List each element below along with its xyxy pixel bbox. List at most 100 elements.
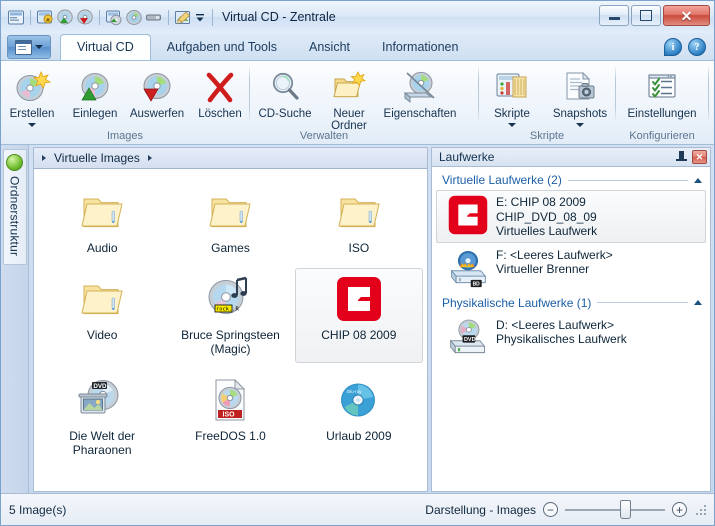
chevron-right-icon[interactable]: [42, 155, 46, 161]
insert-image-icon[interactable]: [56, 9, 74, 26]
drive-item-f-virtueller-brenner[interactable]: BD F: <Leeres Laufwerk> Virtueller Brenn…: [436, 243, 706, 293]
application-menu-button[interactable]: [7, 35, 51, 59]
drives-panel-body: Virtuelle Laufwerke (2) E: CHIP 08 2009 …: [431, 166, 711, 492]
ribbon-button-erstellen[interactable]: Erstellen: [1, 65, 63, 127]
file-item-chip-08-2009[interactable]: CHIP 08 2009: [294, 268, 423, 363]
minimize-button[interactable]: [599, 5, 629, 26]
ribbon-label-skripte: Skripte: [494, 108, 530, 120]
tab-aufgaben-und-tools[interactable]: Aufgaben und Tools: [151, 35, 293, 60]
eject-image-icon[interactable]: [76, 9, 94, 26]
ribbon-label-einlegen: Einlegen: [72, 108, 118, 120]
usb-icon[interactable]: [145, 9, 163, 26]
maximize-button[interactable]: [631, 5, 661, 26]
help-icon-group: i ?: [664, 38, 706, 56]
delete-red-x-icon: [203, 69, 237, 105]
file-item-urlaub-2009[interactable]: Blu-ray Urlaub 2009: [295, 369, 423, 464]
file-list-area[interactable]: Audio Games ISO Video rock..R Bruce Spri…: [33, 169, 428, 492]
zoom-in-button[interactable]: +: [672, 502, 687, 517]
cd-icon[interactable]: [125, 9, 143, 26]
breadcrumb-path[interactable]: Virtuelle Images: [54, 151, 140, 165]
qat-separator: [99, 9, 100, 25]
file-item-freedos[interactable]: ISO FreeDOS 1.0: [166, 369, 294, 464]
virtual-burner-icon: BD: [447, 247, 489, 289]
file-caption: Die Welt der Pharaonen: [69, 429, 136, 457]
ribbon-button-snapshots[interactable]: Snapshots: [546, 65, 614, 127]
ribbon-button-loeschen[interactable]: Löschen: [189, 65, 251, 120]
ribbon-button-eigenschaften[interactable]: Eigenschaften: [378, 65, 462, 120]
slider-thumb[interactable]: [620, 500, 631, 519]
ribbon-label-neuer-ordner: Neuer Ordner: [331, 108, 367, 132]
customize-qat-icon[interactable]: [194, 9, 206, 26]
chevron-right-icon[interactable]: [147, 155, 152, 161]
create-secure-image-icon[interactable]: [36, 9, 54, 26]
resize-grip[interactable]: [696, 505, 706, 515]
title-bar: Virtual CD - Zentrale ✕: [1, 1, 714, 33]
ribbon-button-einlegen[interactable]: Einlegen: [64, 65, 126, 120]
chevron-down-icon[interactable]: [508, 123, 516, 127]
close-icon[interactable]: ✕: [692, 150, 707, 164]
breadcrumb[interactable]: Virtuelle Images: [33, 147, 428, 169]
drives-panel-header: Laufwerke ✕: [431, 147, 711, 166]
tab-virtual-cd[interactable]: Virtual CD: [60, 34, 151, 60]
info-icon[interactable]: i: [664, 38, 682, 56]
ribbon-button-cd-suche[interactable]: CD-Suche: [250, 65, 320, 120]
properties-disc-icon: [401, 69, 439, 105]
help-icon[interactable]: ?: [688, 38, 706, 56]
drive-line: F: <Leeres Laufwerk>: [496, 247, 613, 262]
drive-line: CHIP_DVD_08_09: [496, 209, 597, 224]
folder-structure-dock-tab[interactable]: Ordnerstruktur: [2, 149, 27, 266]
file-caption: FreeDOS 1.0: [195, 429, 266, 443]
file-item-audio[interactable]: Audio: [38, 181, 166, 262]
chevron-down-icon[interactable]: [576, 123, 584, 127]
drives-group-header-physikalische[interactable]: Physikalische Laufwerke (1): [432, 293, 710, 313]
drives-panel-title: Laufwerke: [439, 150, 495, 164]
ribbon-label-eigenschaften: Eigenschaften: [383, 108, 457, 120]
chevron-up-icon[interactable]: [694, 177, 702, 183]
drive-item-e-chip-08-2009[interactable]: E: CHIP 08 2009 CHIP_DVD_08_09 Virtuelle…: [436, 190, 706, 243]
image-count-label: 5 Image(s): [9, 502, 67, 517]
tab-ansicht[interactable]: Ansicht: [293, 35, 366, 60]
ribbon-group-label-skripte: Skripte: [529, 130, 565, 142]
window-controls: ✕: [599, 5, 710, 26]
file-item-games[interactable]: Games: [166, 181, 294, 262]
group-divider: [567, 179, 688, 181]
ribbon-button-skripte[interactable]: Skripte: [479, 65, 545, 127]
zoom-slider[interactable]: [565, 500, 665, 519]
file-item-bruce-springsteen[interactable]: rock..R Bruce Springsteen (Magic): [166, 268, 294, 363]
chevron-down-icon[interactable]: [28, 123, 36, 127]
zoom-controls: Darstellung - Images − +: [425, 500, 706, 519]
file-item-video[interactable]: Video: [38, 268, 166, 363]
ribbon-button-einstellungen[interactable]: Einstellungen: [619, 65, 705, 120]
ribbon-button-auswerfen[interactable]: Auswerfen: [126, 65, 188, 120]
ribbon-tabs: Virtual CD Aufgaben und Tools Ansicht In…: [60, 33, 474, 60]
chevron-down-icon: [35, 45, 43, 49]
qat-separator: [30, 9, 31, 25]
create-cd-icon: [13, 69, 51, 105]
ribbon-label-erstellen: Erstellen: [9, 108, 55, 120]
file-caption: ISO: [348, 241, 370, 255]
drive-text: E: CHIP 08 2009 CHIP_DVD_08_09 Virtuelle…: [496, 194, 597, 239]
ribbon-group-verwalten: CD-Suche Neuer Ordner Eigenschaften Verw…: [250, 61, 478, 144]
svg-text:DVD: DVD: [94, 383, 108, 390]
scripts-icon: [494, 69, 530, 105]
close-button[interactable]: ✕: [663, 5, 710, 26]
edit-image-icon[interactable]: [174, 9, 192, 26]
snapshots-icon: [562, 69, 598, 105]
app-icon[interactable]: [7, 9, 25, 26]
file-caption: Games: [211, 241, 250, 255]
virtual-cd-window: Virtual CD - Zentrale ✕ Virtual CD Aufga…: [0, 0, 715, 526]
window-title: Virtual CD - Zentrale: [222, 10, 336, 24]
drives-group-header-virtuelle[interactable]: Virtuelle Laufwerke (2): [432, 170, 710, 190]
chevron-up-icon[interactable]: [694, 300, 702, 305]
drive-item-d-physikalisches-laufwerk[interactable]: DVD D: <Leeres Laufwerk> Physikalisches …: [436, 313, 706, 363]
file-caption: Urlaub 2009: [326, 429, 392, 443]
zoom-out-button[interactable]: −: [543, 502, 558, 517]
pin-icon[interactable]: [675, 150, 688, 164]
copy-image-icon[interactable]: [105, 9, 123, 26]
file-item-die-welt-der-pharaonen[interactable]: DVD Die Welt der Pharaonen: [38, 369, 166, 464]
tab-informationen[interactable]: Informationen: [366, 35, 474, 60]
file-item-iso[interactable]: ISO: [295, 181, 423, 262]
folder-icon: [79, 273, 125, 325]
ribbon-button-neuer-ordner[interactable]: Neuer Ordner: [321, 65, 377, 132]
ribbon: Erstellen Einlegen Auswerfen Löschen Ima…: [1, 60, 714, 145]
